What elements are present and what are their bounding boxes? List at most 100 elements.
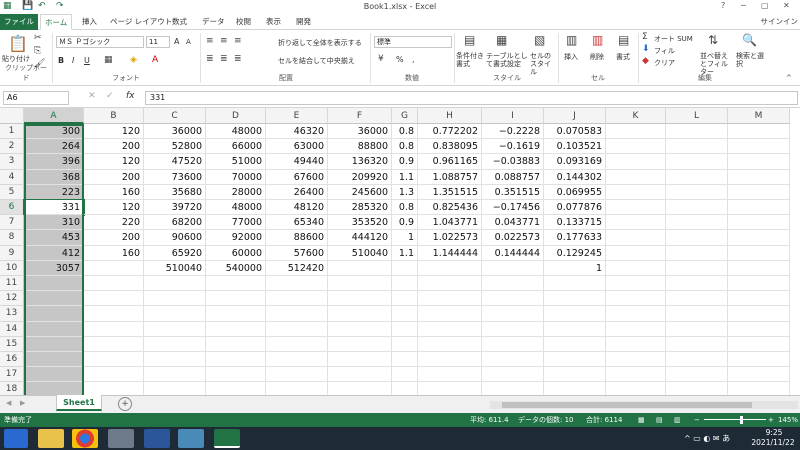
cell-i9[interactable]: 0.144444 [482,245,544,261]
cell-j3[interactable]: 0.093169 [544,154,606,170]
border-icon[interactable]: ▦ [104,55,113,65]
cell-m7[interactable] [728,215,790,231]
column-header-b[interactable]: B [84,108,144,124]
cell-i5[interactable]: 0.351515 [482,184,544,200]
tab-review[interactable]: 校閲 [232,14,255,30]
cell-e14[interactable] [266,321,328,337]
cell-j2[interactable]: 0.103521 [544,139,606,155]
cell-g9[interactable]: 1.1 [392,245,418,261]
cell-j1[interactable]: 0.070583 [544,124,606,140]
cell-b6[interactable]: 120 [84,200,144,216]
number-format-select[interactable]: 標準 [374,36,452,48]
cell-k12[interactable] [606,291,666,307]
cell-a1[interactable]: 300 [24,124,84,140]
cell-h4[interactable]: 1.088757 [418,169,482,185]
cell-d7[interactable]: 77000 [206,215,266,231]
cell-k15[interactable] [606,336,666,352]
cell-i3[interactable]: −0.03883 [482,154,544,170]
align-top-icon[interactable]: ≡ [206,36,214,46]
fill-button[interactable]: フィル [654,46,675,56]
cell-i6[interactable]: −0.17456 [482,200,544,216]
cell-c2[interactable]: 52800 [144,139,206,155]
select-all-corner[interactable] [0,108,24,124]
column-header-m[interactable]: M [728,108,790,124]
cell-l8[interactable] [666,230,728,246]
cell-g15[interactable] [392,336,418,352]
format-table-icon[interactable]: ▦ [496,33,507,47]
horizontal-scrollbar[interactable] [490,401,798,409]
cell-e10[interactable]: 512420 [266,260,328,276]
cell-a10[interactable]: 3057 [24,260,84,276]
cell-k18[interactable] [606,382,666,395]
tab-home[interactable]: ホーム [40,14,73,30]
cell-m1[interactable] [728,124,790,140]
row-header-18[interactable]: 18 [0,382,24,395]
scrollbar-thumb[interactable] [502,402,752,408]
add-sheet-button[interactable]: + [118,397,132,411]
excel-taskbar-icon[interactable] [214,429,240,448]
cell-m10[interactable] [728,260,790,276]
cell-d17[interactable] [206,367,266,383]
cell-i13[interactable] [482,306,544,322]
fill-color-icon[interactable]: ◈ [130,55,137,65]
cell-k2[interactable] [606,139,666,155]
cell-f15[interactable] [328,336,392,352]
column-header-k[interactable]: K [606,108,666,124]
cell-d5[interactable]: 28000 [206,184,266,200]
row-header-3[interactable]: 3 [0,154,24,170]
sort-filter-icon[interactable]: ⇅ [708,33,718,47]
comma-button[interactable]: , [412,55,415,64]
zoom-slider[interactable] [704,419,766,420]
cell-h15[interactable] [418,336,482,352]
cell-b1[interactable]: 120 [84,124,144,140]
normal-view-icon[interactable]: ▦ [638,413,645,427]
row-header-11[interactable]: 11 [0,276,24,292]
cell-l6[interactable] [666,200,728,216]
cell-f17[interactable] [328,367,392,383]
tab-developer[interactable]: 開発 [292,14,315,30]
autosum-icon[interactable]: Σ [642,32,648,42]
column-header-f[interactable]: F [328,108,392,124]
cell-b12[interactable] [84,291,144,307]
signin-link[interactable]: サインイン [761,14,799,30]
cell-f18[interactable] [328,382,392,395]
tab-page-layout[interactable]: ページ レイアウト [106,14,176,30]
row-header-5[interactable]: 5 [0,184,24,200]
cell-e3[interactable]: 49440 [266,154,328,170]
cell-e2[interactable]: 63000 [266,139,328,155]
cell-c12[interactable] [144,291,206,307]
close-button[interactable]: ✕ [783,1,790,10]
cell-b2[interactable]: 200 [84,139,144,155]
cell-k7[interactable] [606,215,666,231]
align-left-icon[interactable]: ≣ [206,54,214,64]
cell-d14[interactable] [206,321,266,337]
zoom-slider-thumb[interactable] [740,416,743,424]
cell-c11[interactable] [144,276,206,292]
cell-a7[interactable]: 310 [24,215,84,231]
calculator-icon[interactable] [108,429,134,448]
column-header-j[interactable]: J [544,108,606,124]
cell-e12[interactable] [266,291,328,307]
minimize-button[interactable]: ─ [741,1,746,10]
cell-i4[interactable]: 0.088757 [482,169,544,185]
cell-h10[interactable] [418,260,482,276]
cell-j16[interactable] [544,352,606,368]
cell-l12[interactable] [666,291,728,307]
cell-h2[interactable]: 0.838095 [418,139,482,155]
cell-i17[interactable] [482,367,544,383]
cell-c7[interactable]: 68200 [144,215,206,231]
cell-h5[interactable]: 1.351515 [418,184,482,200]
cell-m3[interactable] [728,154,790,170]
row-header-15[interactable]: 15 [0,336,24,352]
cell-j11[interactable] [544,276,606,292]
page-layout-view-icon[interactable]: ▤ [656,413,663,427]
cell-b14[interactable] [84,321,144,337]
cell-f11[interactable] [328,276,392,292]
clock-time[interactable]: 9:25 [752,428,796,437]
row-header-7[interactable]: 7 [0,215,24,231]
cell-j14[interactable] [544,321,606,337]
bold-button[interactable]: B [58,56,64,65]
insert-cells-icon[interactable]: ▥ [566,33,577,47]
cell-j15[interactable] [544,336,606,352]
cell-c17[interactable] [144,367,206,383]
